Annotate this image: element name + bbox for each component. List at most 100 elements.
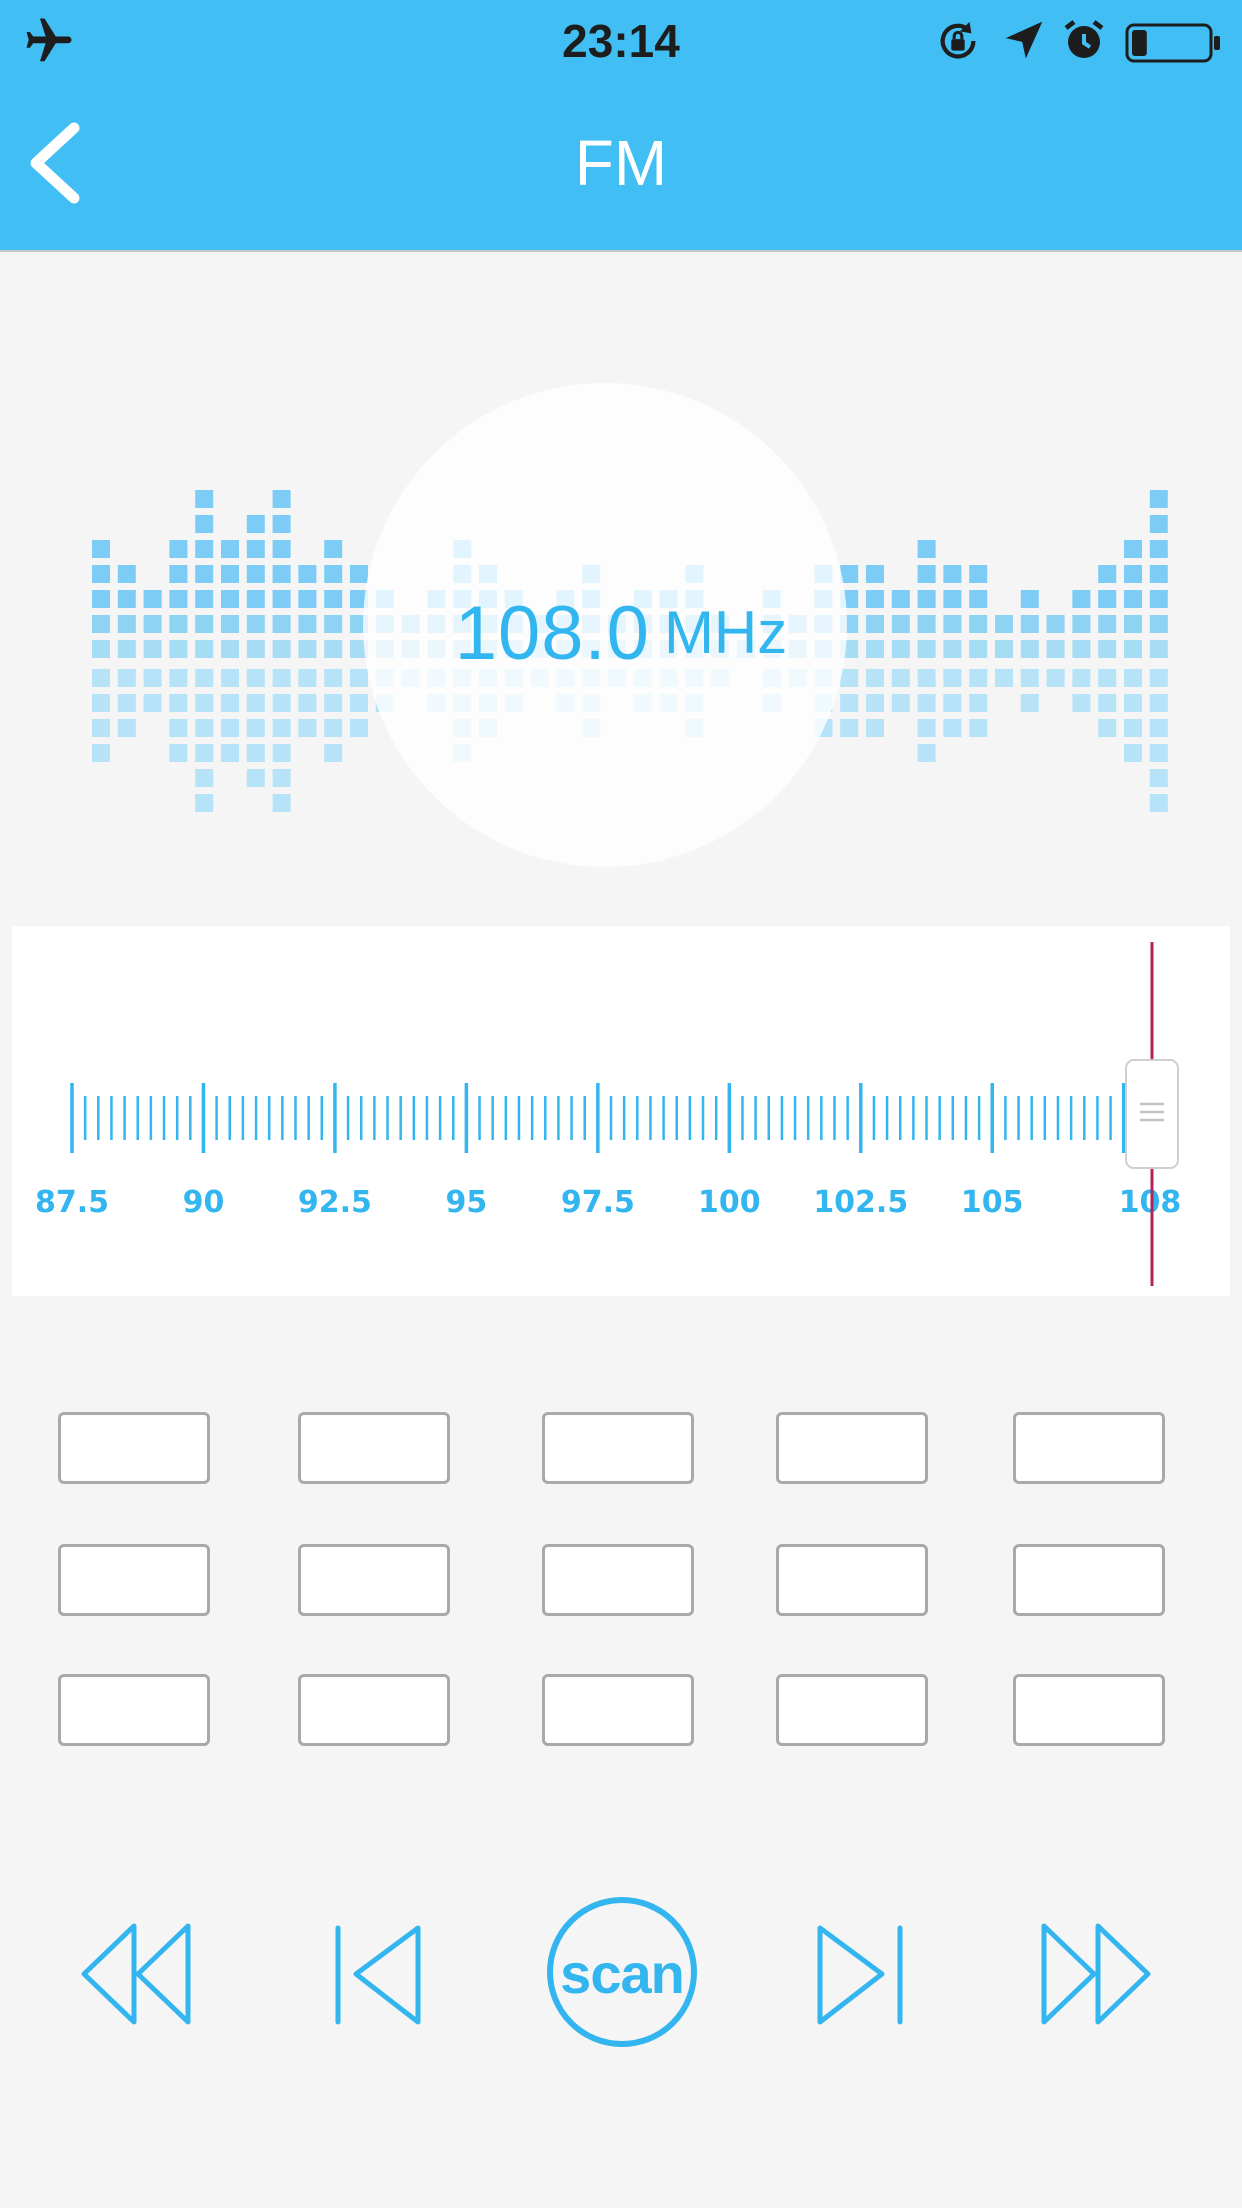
scan-button[interactable]: scan bbox=[546, 1896, 698, 2048]
equalizer-cell bbox=[324, 694, 343, 712]
location-arrow-icon bbox=[1005, 21, 1043, 59]
fast-forward-icon bbox=[1041, 1923, 1151, 2025]
battery-icon bbox=[1125, 23, 1220, 63]
preset-button[interactable] bbox=[58, 1544, 210, 1616]
equalizer-cell bbox=[272, 694, 291, 712]
equalizer-cell bbox=[917, 565, 936, 583]
frequency-display: 108.0 MHz bbox=[0, 590, 1242, 677]
preset-button[interactable] bbox=[1013, 1674, 1165, 1746]
equalizer-cell bbox=[917, 744, 936, 762]
equalizer-cell bbox=[1124, 744, 1142, 762]
dial-labels: 87.5 90 92.5 95 97.5 100 102.5 105 108 bbox=[35, 1185, 1181, 1220]
equalizer-cell bbox=[195, 515, 214, 533]
equalizer-cell bbox=[272, 490, 291, 508]
equalizer-cell bbox=[324, 540, 343, 558]
previous-button[interactable] bbox=[330, 1918, 430, 2030]
equalizer-cell bbox=[246, 769, 265, 787]
preset-button[interactable] bbox=[58, 1674, 210, 1746]
scan-label: scan bbox=[560, 1942, 685, 2005]
equalizer-cell bbox=[221, 694, 239, 712]
equalizer-cell bbox=[195, 540, 214, 558]
next-button[interactable] bbox=[808, 1918, 908, 2030]
preset-button[interactable] bbox=[542, 1674, 694, 1746]
equalizer-cell bbox=[272, 769, 291, 787]
previous-icon bbox=[335, 1925, 421, 2025]
dial-label: 95 bbox=[446, 1185, 488, 1220]
equalizer-cell bbox=[1098, 719, 1117, 737]
equalizer-cell bbox=[272, 744, 291, 762]
dial-knob[interactable] bbox=[1125, 1059, 1179, 1169]
preset-button[interactable] bbox=[298, 1674, 450, 1746]
preset-button[interactable] bbox=[298, 1412, 450, 1484]
equalizer-cell bbox=[298, 694, 317, 712]
equalizer-cell bbox=[1124, 694, 1142, 712]
rewind-button[interactable] bbox=[78, 1918, 198, 2030]
equalizer-cell bbox=[169, 565, 188, 583]
preset-button[interactable] bbox=[776, 1544, 928, 1616]
equalizer-cell bbox=[117, 694, 136, 712]
rewind-icon bbox=[81, 1923, 191, 2025]
equalizer-cell bbox=[350, 694, 368, 712]
preset-grid bbox=[0, 1410, 1242, 1760]
equalizer-cell bbox=[272, 565, 291, 583]
status-bar: 23:14 bbox=[0, 0, 1242, 80]
equalizer-cell bbox=[1149, 694, 1168, 712]
equalizer-cell bbox=[1149, 540, 1168, 558]
equalizer-cell bbox=[221, 744, 239, 762]
equalizer-cell bbox=[143, 694, 162, 712]
equalizer-cell bbox=[92, 719, 110, 737]
equalizer-cell bbox=[246, 694, 265, 712]
status-time: 23:14 bbox=[562, 15, 680, 67]
equalizer-cell bbox=[195, 719, 214, 737]
preset-button[interactable] bbox=[1013, 1412, 1165, 1484]
nav-bar: FM bbox=[0, 80, 1242, 252]
equalizer-cell bbox=[246, 540, 265, 558]
equalizer-cell bbox=[943, 719, 962, 737]
equalizer-cell bbox=[246, 719, 265, 737]
equalizer-cell bbox=[195, 565, 214, 583]
equalizer-cell bbox=[1124, 540, 1142, 558]
equalizer-cell bbox=[943, 694, 962, 712]
preset-button[interactable] bbox=[776, 1674, 928, 1746]
equalizer-cell bbox=[272, 794, 291, 812]
equalizer-cell bbox=[272, 540, 291, 558]
playback-controls: scan bbox=[0, 1890, 1242, 2060]
equalizer-cell bbox=[840, 694, 859, 712]
equalizer-cell bbox=[969, 694, 988, 712]
equalizer-cell bbox=[298, 719, 317, 737]
equalizer-cell bbox=[246, 565, 265, 583]
fast-forward-button[interactable] bbox=[1034, 1918, 1154, 2030]
tuning-dial[interactable]: 87.5 90 92.5 95 97.5 100 102.5 105 108 bbox=[12, 926, 1230, 1296]
preset-button[interactable] bbox=[1013, 1544, 1165, 1616]
equalizer-cell bbox=[943, 565, 962, 583]
equalizer-cell bbox=[1149, 769, 1168, 787]
dial-label: 100 bbox=[698, 1185, 761, 1220]
equalizer-cell bbox=[324, 744, 343, 762]
equalizer-cell bbox=[272, 719, 291, 737]
page-title: FM bbox=[574, 127, 668, 199]
equalizer-cell bbox=[221, 540, 239, 558]
equalizer-cell bbox=[891, 694, 910, 712]
equalizer-cell bbox=[969, 565, 988, 583]
equalizer-cell bbox=[917, 540, 936, 558]
equalizer-cell bbox=[866, 565, 884, 583]
preset-button[interactable] bbox=[298, 1544, 450, 1616]
equalizer-cell bbox=[917, 719, 936, 737]
frequency-value: 108.0 bbox=[454, 591, 650, 676]
preset-button[interactable] bbox=[58, 1412, 210, 1484]
equalizer-cell bbox=[195, 794, 214, 812]
dial-ticks bbox=[70, 1083, 1152, 1153]
alarm-icon bbox=[1064, 20, 1104, 58]
preset-button[interactable] bbox=[776, 1412, 928, 1484]
equalizer-cell bbox=[1124, 719, 1142, 737]
preset-button[interactable] bbox=[542, 1412, 694, 1484]
dial-label: 92.5 bbox=[298, 1185, 372, 1220]
equalizer-cell bbox=[1020, 694, 1039, 712]
equalizer-cell bbox=[324, 565, 343, 583]
equalizer-cell bbox=[92, 565, 110, 583]
dial-label: 102.5 bbox=[813, 1185, 908, 1220]
equalizer-cell bbox=[866, 719, 884, 737]
equalizer-cell bbox=[1098, 565, 1117, 583]
equalizer-cell bbox=[1149, 515, 1168, 533]
preset-button[interactable] bbox=[542, 1544, 694, 1616]
